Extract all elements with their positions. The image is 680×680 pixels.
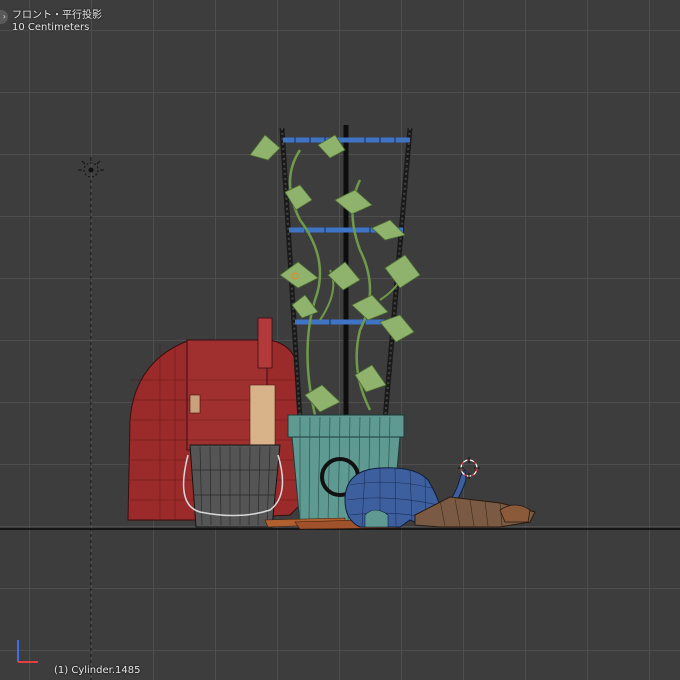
bucket[interactable] (182, 444, 284, 528)
active-object-label: (1) Cylinder.1485 (54, 665, 141, 676)
grid-scale-label: 10 Centimeters (12, 22, 90, 33)
scene-canvas[interactable] (0, 0, 680, 680)
axis-gizmo (17, 640, 38, 663)
3d-viewport[interactable]: › フロント・平行投影 10 Centimeters (1) Cylinder.… (0, 0, 680, 680)
view-name-label: フロント・平行投影 (12, 10, 102, 21)
light-sun-icon[interactable] (78, 157, 104, 178)
